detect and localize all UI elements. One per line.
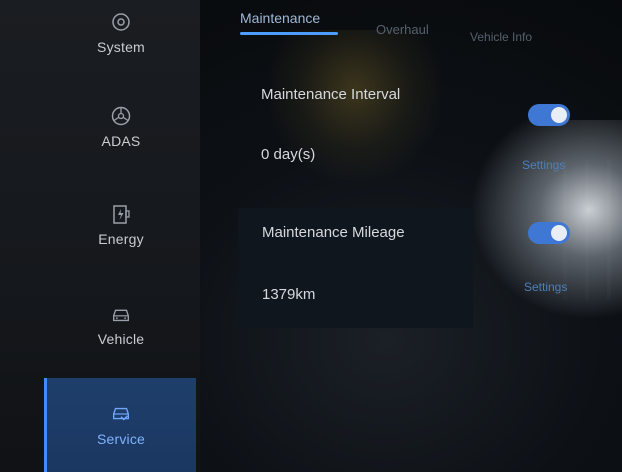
maintenance-interval-toggle[interactable] (528, 104, 570, 126)
maintenance-interval-settings-link[interactable]: Settings (522, 158, 565, 172)
maintenance-mileage-settings-link[interactable]: Settings (524, 280, 567, 294)
car-icon (110, 303, 132, 325)
maintenance-mileage-value: 1379km (262, 286, 316, 303)
sidebar-item-label: Energy (98, 231, 144, 247)
sidebar-item-energy[interactable]: Energy (46, 180, 196, 270)
tab-maintenance[interactable]: Maintenance (240, 10, 320, 26)
sidebar-item-label: ADAS (101, 133, 141, 149)
sidebar-item-service[interactable]: Service (46, 378, 196, 472)
maintenance-interval-value: 0 day(s) (261, 146, 316, 163)
sidebar-item-vehicle[interactable]: Vehicle (46, 280, 196, 370)
tab-underline (240, 32, 338, 35)
tab-overhaul[interactable]: Overhaul (376, 22, 429, 37)
sidebar: System ADAS Energy Vehicle Service (0, 0, 200, 472)
sidebar-item-label: Service (96, 431, 146, 447)
active-indicator (44, 378, 47, 472)
sidebar-item-system[interactable]: System (46, 0, 196, 78)
maintenance-mileage-toggle[interactable] (528, 222, 570, 244)
tab-vehicle-info[interactable]: Vehicle Info (470, 30, 532, 44)
gear-icon (110, 11, 132, 33)
maintenance-mileage-label: Maintenance Mileage (262, 224, 405, 241)
sidebar-item-adas[interactable]: ADAS (46, 82, 196, 172)
settings-screen: System ADAS Energy Vehicle Service Maint… (0, 0, 622, 472)
sidebar-item-label: Vehicle (97, 331, 145, 347)
battery-charge-icon (110, 203, 132, 225)
car-service-icon (110, 403, 132, 425)
maintenance-interval-label: Maintenance Interval (261, 86, 401, 103)
toggle-knob (551, 107, 567, 123)
toggle-knob (551, 225, 567, 241)
sidebar-item-label: System (97, 39, 145, 55)
steering-wheel-icon (110, 105, 132, 127)
